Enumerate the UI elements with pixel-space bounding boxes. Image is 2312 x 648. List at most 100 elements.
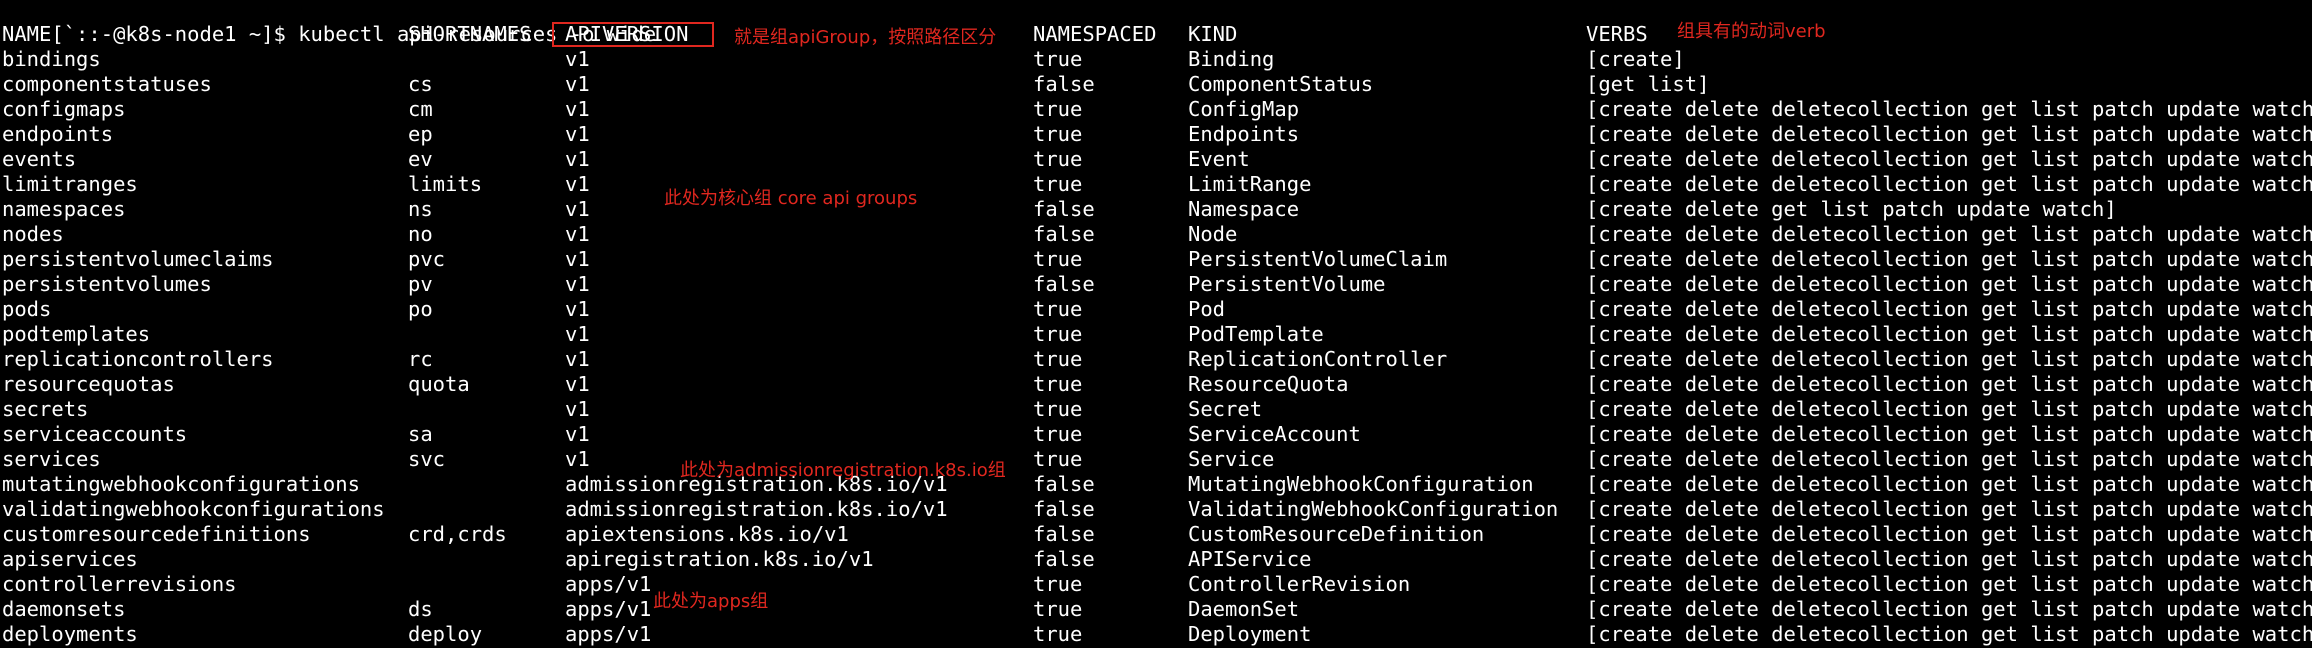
cell-apiversion: v1 bbox=[565, 297, 590, 321]
cell-verbs: [create delete deletecollection get list… bbox=[1586, 172, 2312, 196]
table-row: namespaces ns v1 false Namespace [create dele… bbox=[0, 197, 2312, 222]
header-name: NAME bbox=[2, 22, 52, 46]
cell-kind: ResourceQuota bbox=[1188, 372, 1349, 396]
cell-shortnames: rc bbox=[408, 347, 433, 371]
header-verbs: VERBS bbox=[1586, 22, 1648, 46]
cell-namespaced: false bbox=[1033, 72, 1095, 96]
cell-kind: Deployment bbox=[1188, 622, 1312, 646]
cell-name: daemonsets bbox=[2, 597, 126, 621]
cell-verbs: [create delete deletecollection get list… bbox=[1586, 147, 2312, 171]
cell-name: endpoints bbox=[2, 122, 114, 146]
cell-apiversion: apps/v1 bbox=[565, 572, 652, 596]
table-row: apiservices apiregistration.k8s.io/v1 fals… bbox=[0, 547, 2312, 572]
cell-apiversion: v1 bbox=[565, 97, 590, 121]
cell-shortnames: sa bbox=[408, 422, 433, 446]
cell-kind: Pod bbox=[1188, 297, 1226, 321]
cell-name: resourcequotas bbox=[2, 372, 175, 396]
cell-verbs: [create delete deletecollection get list… bbox=[1586, 572, 2312, 596]
apiversion-highlight-box bbox=[552, 22, 714, 47]
cell-name: persistentvolumes bbox=[2, 272, 212, 296]
cell-kind: PersistentVolumeClaim bbox=[1188, 247, 1448, 271]
cell-namespaced: true bbox=[1033, 47, 1083, 71]
cell-namespaced: true bbox=[1033, 122, 1083, 146]
cell-verbs: [create delete deletecollection get list… bbox=[1586, 322, 2312, 346]
cell-name: controllerrevisions bbox=[2, 572, 237, 596]
cell-name: replicationcontrollers bbox=[2, 347, 274, 371]
table-row: replicationcontrollers rc v1 true Replicatio… bbox=[0, 347, 2312, 372]
cell-shortnames: no bbox=[408, 222, 433, 246]
cell-shortnames: svc bbox=[408, 447, 446, 471]
cell-name: deployments bbox=[2, 622, 138, 646]
cell-kind: Endpoints bbox=[1188, 122, 1300, 146]
cell-verbs: [create delete deletecollection get list… bbox=[1586, 547, 2312, 571]
cell-apiversion: v1 bbox=[565, 272, 590, 296]
cell-verbs: [create delete deletecollection get list… bbox=[1586, 447, 2312, 471]
table-row: mutatingwebhookconfigurations admissionre… bbox=[0, 472, 2312, 497]
cell-verbs: [create] bbox=[1586, 47, 1685, 71]
annotation-verbs: 组具有的动词verb bbox=[1677, 21, 1826, 42]
cell-apiversion: v1 bbox=[565, 247, 590, 271]
table-row: bindings v1 true Binding [create] bbox=[0, 47, 2312, 72]
table-row: customresourcedefinitions crd,crds apiexte… bbox=[0, 522, 2312, 547]
cell-shortnames: pv bbox=[408, 272, 433, 296]
cell-kind: DaemonSet bbox=[1188, 597, 1300, 621]
command-line: [`::-@k8s-node1 ~]$ kubectl api-resource… bbox=[2, 0, 656, 46]
cell-kind: PodTemplate bbox=[1188, 322, 1324, 346]
cell-name: events bbox=[2, 147, 77, 171]
cell-apiversion: v1 bbox=[565, 422, 590, 446]
cell-shortnames: crd,crds bbox=[408, 522, 507, 546]
table-row: nodes no v1 false Node [create delete deletec… bbox=[0, 222, 2312, 247]
table-row: events ev v1 true Event [create delete delete… bbox=[0, 147, 2312, 172]
table-row: daemonsets ds apps/v1 true DaemonSet [create … bbox=[0, 597, 2312, 622]
cell-namespaced: true bbox=[1033, 247, 1083, 271]
cell-namespaced: true bbox=[1033, 297, 1083, 321]
cell-shortnames: ds bbox=[408, 597, 433, 621]
table-header: NAME SHORTNAMES APIVERSION NAMESPACED KI… bbox=[0, 22, 2312, 47]
cell-verbs: [create delete deletecollection get list… bbox=[1586, 272, 2312, 296]
cell-namespaced: true bbox=[1033, 147, 1083, 171]
cell-name: configmaps bbox=[2, 97, 126, 121]
cell-apiversion: v1 bbox=[565, 72, 590, 96]
table-row: persistentvolumes pv v1 false PersistentVolu… bbox=[0, 272, 2312, 297]
cell-namespaced: true bbox=[1033, 422, 1083, 446]
cell-apiversion: admissionregistration.k8s.io/v1 bbox=[565, 497, 948, 521]
cell-namespaced: false bbox=[1033, 497, 1095, 521]
cell-apiversion: v1 bbox=[565, 47, 590, 71]
cell-namespaced: true bbox=[1033, 97, 1083, 121]
cell-kind: ControllerRevision bbox=[1188, 572, 1411, 596]
cell-shortnames: limits bbox=[408, 172, 483, 196]
table-row: configmaps cm v1 true ConfigMap [create delet… bbox=[0, 97, 2312, 122]
header-namespaced: NAMESPACED bbox=[1033, 22, 1157, 46]
cell-name: bindings bbox=[2, 47, 101, 71]
table-row: serviceaccounts sa v1 true ServiceAccount [cr… bbox=[0, 422, 2312, 447]
cell-kind: PersistentVolume bbox=[1188, 272, 1386, 296]
cell-namespaced: true bbox=[1033, 322, 1083, 346]
cell-verbs: [create delete deletecollection get list… bbox=[1586, 622, 2312, 646]
table-row: endpoints ep v1 true Endpoints [create delete… bbox=[0, 122, 2312, 147]
cell-name: customresourcedefinitions bbox=[2, 522, 311, 546]
terminal-window[interactable]: [`::-@k8s-node1 ~]$ kubectl api-resource… bbox=[0, 0, 2312, 648]
cell-kind: ServiceAccount bbox=[1188, 422, 1361, 446]
cell-apiversion: apiextensions.k8s.io/v1 bbox=[565, 522, 849, 546]
cell-name: limitranges bbox=[2, 172, 138, 196]
cell-name: secrets bbox=[2, 397, 89, 421]
cell-shortnames: po bbox=[408, 297, 433, 321]
cell-name: persistentvolumeclaims bbox=[2, 247, 274, 271]
table-row: validatingwebhookconfigurations admission… bbox=[0, 497, 2312, 522]
cell-apiversion: v1 bbox=[565, 222, 590, 246]
cell-kind: Service bbox=[1188, 447, 1275, 471]
cell-namespaced: true bbox=[1033, 622, 1083, 646]
cell-name: apiservices bbox=[2, 547, 138, 571]
cell-namespaced: true bbox=[1033, 447, 1083, 471]
table-row: deployments deploy apps/v1 true Deployment [c… bbox=[0, 622, 2312, 647]
cell-namespaced: true bbox=[1033, 172, 1083, 196]
cell-verbs: [create delete deletecollection get list… bbox=[1586, 497, 2312, 521]
cell-name: serviceaccounts bbox=[2, 422, 188, 446]
cell-verbs: [create delete deletecollection get list… bbox=[1586, 472, 2312, 496]
table-row: controllerrevisions apps/v1 true Controller… bbox=[0, 572, 2312, 597]
annotation-core-group: 此处为核心组 core api groups bbox=[664, 188, 918, 209]
cell-namespaced: true bbox=[1033, 572, 1083, 596]
cell-apiversion: v1 bbox=[565, 197, 590, 221]
cell-apiversion: v1 bbox=[565, 372, 590, 396]
cell-verbs: [create delete deletecollection get list… bbox=[1586, 297, 2312, 321]
